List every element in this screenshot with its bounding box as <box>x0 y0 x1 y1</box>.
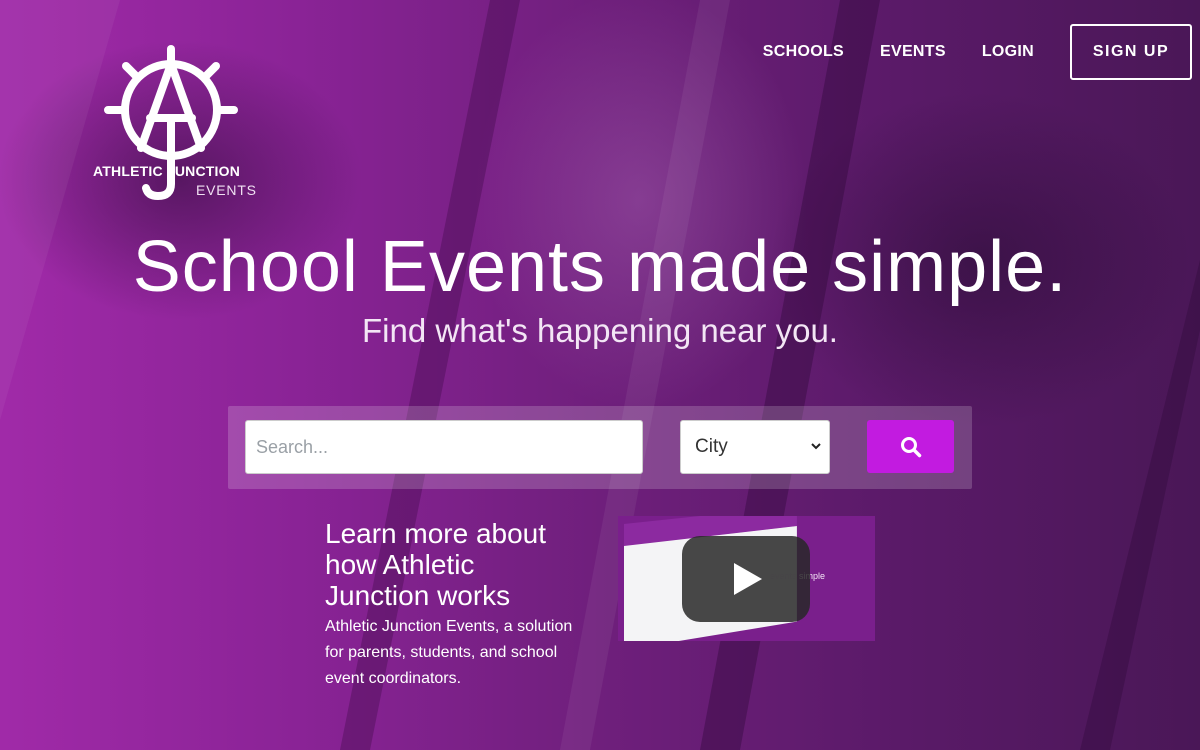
nav-login-link[interactable]: LOGIN <box>982 43 1034 61</box>
logo-name: ATHLETIC JUNCTION <box>93 163 241 179</box>
search-panel: City <box>228 406 972 489</box>
search-input[interactable] <box>245 420 643 474</box>
play-icon <box>734 563 762 595</box>
signup-button[interactable]: SIGN UP <box>1070 24 1192 80</box>
intro-video[interactable]: events simple <box>618 516 875 641</box>
learn-more-heading: Learn more about how Athletic Junction w… <box>325 518 547 611</box>
nav-schools-link[interactable]: SCHOOLS <box>763 43 844 61</box>
nav-events-link[interactable]: EVENTS <box>880 43 946 61</box>
search-icon <box>900 436 921 457</box>
page-headline: School Events made simple. <box>132 227 1068 307</box>
top-nav: SCHOOLS EVENTS LOGIN SIGN UP <box>763 24 1192 80</box>
city-select-value: City <box>695 436 728 457</box>
learn-more-description: Athletic Junction Events, a solution for… <box>325 618 573 687</box>
page-subheadline: Find what's happening near you. <box>362 312 838 349</box>
video-play-button[interactable] <box>682 536 810 622</box>
brand-logo[interactable]: ATHLETIC JUNCTION EVENTS <box>88 44 268 204</box>
logo-subtitle: EVENTS <box>196 182 257 198</box>
logo-mark-icon <box>104 45 238 201</box>
chevron-down-icon <box>811 443 821 450</box>
search-button[interactable] <box>867 420 954 473</box>
city-select[interactable]: City <box>680 420 830 474</box>
